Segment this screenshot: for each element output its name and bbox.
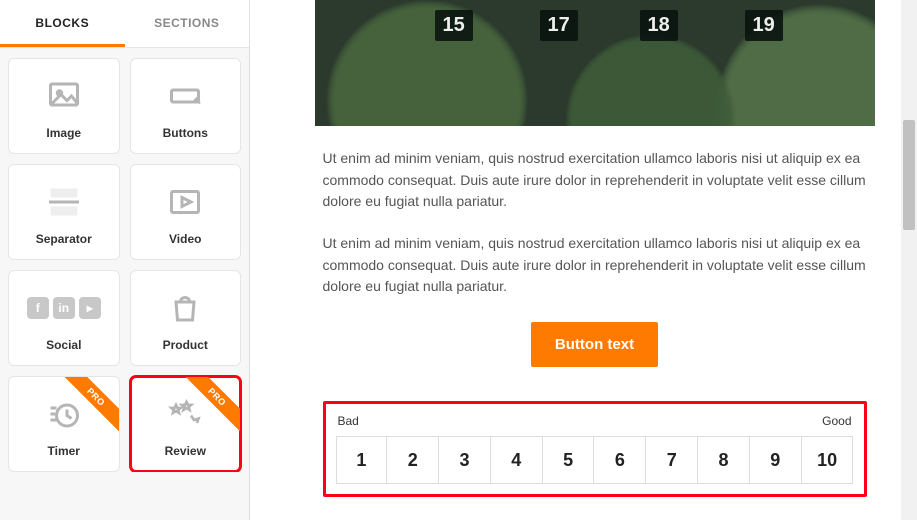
- review-scale: 1 2 3 4 5 6 7 8 9 10: [336, 436, 854, 484]
- product-icon: [167, 284, 203, 332]
- sidebar-tabs: BLOCKS SECTIONS: [0, 0, 249, 48]
- block-label: Review: [165, 444, 206, 458]
- review-bad-label: Bad: [338, 414, 359, 428]
- hero-image-block[interactable]: 15 17 18 19: [315, 0, 875, 126]
- block-label: Buttons: [163, 126, 208, 140]
- review-cell-8[interactable]: 8: [698, 436, 750, 484]
- tab-sections[interactable]: SECTIONS: [125, 0, 250, 47]
- youtube-mini-icon: ▸: [79, 297, 101, 319]
- review-block[interactable]: Bad Good 1 2 3 4 5 6 7 8 9 10: [323, 401, 867, 497]
- hero-sign: 19: [745, 10, 783, 41]
- separator-icon: [46, 178, 82, 226]
- review-good-label: Good: [822, 414, 851, 428]
- review-cell-2[interactable]: 2: [387, 436, 439, 484]
- review-cell-3[interactable]: 3: [439, 436, 491, 484]
- hero-sign: 18: [640, 10, 678, 41]
- scrollbar-thumb[interactable]: [903, 120, 915, 230]
- review-cell-6[interactable]: 6: [594, 436, 646, 484]
- vertical-scrollbar[interactable]: [901, 0, 917, 520]
- social-icon: f in ▸: [27, 284, 101, 332]
- block-label: Product: [163, 338, 208, 352]
- tab-blocks[interactable]: BLOCKS: [0, 0, 125, 47]
- block-label: Timer: [48, 444, 80, 458]
- image-icon: [46, 72, 82, 120]
- hero-sign: 15: [435, 10, 473, 41]
- review-cell-7[interactable]: 7: [646, 436, 698, 484]
- review-cell-10[interactable]: 10: [802, 436, 854, 484]
- button-block: Button text: [315, 318, 875, 375]
- block-separator[interactable]: Separator: [8, 164, 120, 260]
- block-buttons[interactable]: Buttons: [130, 58, 242, 154]
- pro-ribbon: PRO: [182, 377, 240, 435]
- block-label: Separator: [36, 232, 92, 246]
- block-label: Image: [46, 126, 81, 140]
- block-social[interactable]: f in ▸ Social: [8, 270, 120, 366]
- review-cell-5[interactable]: 5: [543, 436, 595, 484]
- review-cell-9[interactable]: 9: [750, 436, 802, 484]
- linkedin-mini-icon: in: [53, 297, 75, 319]
- block-product[interactable]: Product: [130, 270, 242, 366]
- review-cell-1[interactable]: 1: [336, 436, 388, 484]
- pro-ribbon: PRO: [61, 377, 119, 435]
- video-icon: [167, 178, 203, 226]
- paragraph: Ut enim ad minim veniam, quis nostrud ex…: [323, 148, 867, 213]
- paragraph: Ut enim ad minim veniam, quis nostrud ex…: [323, 233, 867, 298]
- block-label: Video: [169, 232, 201, 246]
- block-grid: Image Buttons Separator Video f i: [0, 48, 249, 472]
- block-video[interactable]: Video: [130, 164, 242, 260]
- block-timer[interactable]: Timer PRO: [8, 376, 120, 472]
- sidebar: BLOCKS SECTIONS Image Buttons Separator: [0, 0, 250, 520]
- block-label: Social: [46, 338, 81, 352]
- text-block[interactable]: Ut enim ad minim veniam, quis nostrud ex…: [315, 126, 875, 298]
- review-cell-4[interactable]: 4: [491, 436, 543, 484]
- facebook-mini-icon: f: [27, 297, 49, 319]
- buttons-icon: [167, 72, 203, 120]
- block-image[interactable]: Image: [8, 58, 120, 154]
- hero-sign: 17: [540, 10, 578, 41]
- block-review[interactable]: Review PRO: [130, 376, 242, 472]
- editor-canvas: 15 17 18 19 Ut enim ad minim veniam, qui…: [250, 0, 917, 520]
- primary-button[interactable]: Button text: [531, 322, 658, 367]
